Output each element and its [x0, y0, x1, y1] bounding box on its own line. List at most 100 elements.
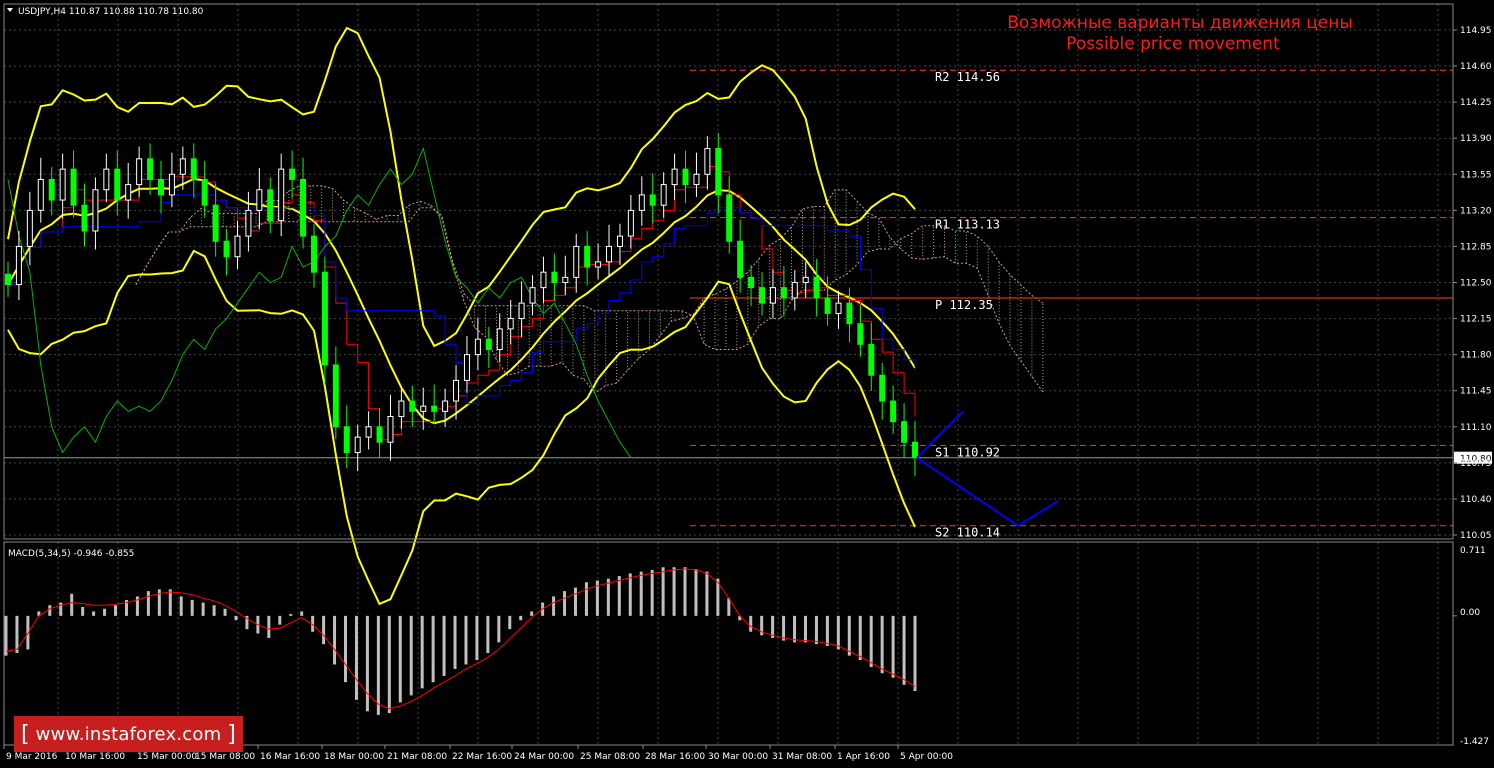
candle-body — [671, 168, 678, 186]
candle-body — [190, 158, 197, 180]
candle-body — [595, 261, 602, 268]
candle-body — [562, 276, 569, 283]
x-tick-label: 21 Mar 08:00 — [387, 752, 447, 762]
y-tick-label: 112.50 — [1460, 279, 1492, 289]
macd-bar — [387, 615, 391, 714]
macd-bar — [333, 615, 337, 665]
candle-body — [114, 168, 121, 201]
candle-body — [376, 426, 383, 443]
y-tick-label: 111.10 — [1460, 423, 1492, 433]
watermark-bracket-right: ] — [227, 722, 237, 747]
candle-body — [310, 235, 317, 273]
macd-axis-bottom: -1.427 — [1460, 737, 1489, 747]
macd-bar — [398, 615, 402, 703]
macd-bar — [453, 615, 457, 669]
macd-bar — [869, 615, 873, 668]
macd-bar — [190, 599, 194, 616]
candle-body — [278, 168, 285, 222]
y-tick-label: 114.95 — [1460, 26, 1492, 36]
instaforex-watermark[interactable]: [ www.instaforex.com ] — [14, 716, 243, 752]
y-tick-label: 111.80 — [1460, 351, 1492, 361]
y-tick-label: 112.15 — [1460, 315, 1492, 325]
macd-bar — [4, 615, 8, 656]
candle-body — [387, 415, 394, 443]
candle-body — [791, 282, 798, 299]
macd-bar — [278, 615, 282, 625]
macd-bar — [847, 615, 851, 656]
y-tick-label: 113.90 — [1460, 134, 1492, 144]
candle-body — [147, 158, 154, 180]
candle-body — [179, 158, 186, 175]
chart-background — [0, 0, 1494, 768]
candle-body — [365, 426, 372, 438]
x-tick-label: 15 Mar 08:00 — [195, 752, 255, 762]
y-tick-label: 113.55 — [1460, 170, 1492, 180]
macd-label: MACD(5,34,5) -0.946 -0.855 — [8, 549, 134, 559]
macd-bar — [103, 608, 107, 616]
candle-body — [682, 168, 689, 186]
candle-body — [256, 189, 263, 211]
pivot-label-p: P 112.35 — [935, 298, 993, 312]
y-tick-label: 110.75 — [1460, 459, 1492, 469]
macd-bar — [179, 596, 183, 616]
candle-body — [420, 405, 427, 412]
macd-bar — [913, 615, 917, 691]
candle-body — [507, 318, 514, 330]
macd-bar — [486, 615, 490, 653]
macd-bar — [508, 615, 512, 630]
candle-body — [857, 323, 864, 345]
x-tick-label: 24 Mar 00:00 — [514, 752, 574, 762]
candle-body — [693, 173, 700, 186]
candle-body — [901, 421, 908, 443]
candle-body — [26, 209, 33, 247]
candle-body — [496, 328, 503, 350]
x-tick-label: 30 Mar 00:00 — [708, 752, 768, 762]
candle-body — [540, 271, 547, 289]
x-tick-label: 15 Mar 00:00 — [137, 752, 197, 762]
macd-bar — [530, 611, 534, 616]
candle-body — [606, 245, 613, 263]
candle-body — [37, 178, 44, 211]
price-chart: R2 114.56R1 113.13P 112.35S1 110.92S2 11… — [0, 0, 1494, 768]
macd-bar — [114, 605, 118, 616]
x-tick-label: 1 Apr 16:00 — [837, 752, 890, 762]
macd-bar — [694, 569, 698, 616]
macd-bar — [223, 608, 227, 616]
macd-bar — [672, 567, 676, 616]
candle-body — [518, 302, 525, 320]
macd-bar — [683, 567, 687, 616]
macd-bar — [814, 615, 818, 645]
x-tick-label: 10 Mar 16:00 — [65, 752, 125, 762]
candle-body — [551, 271, 558, 284]
macd-bar — [552, 596, 556, 616]
y-tick-label: 114.25 — [1460, 98, 1492, 108]
macd-bar — [891, 615, 895, 678]
candle-body — [802, 276, 809, 283]
candle-body — [267, 189, 274, 222]
macd-bar — [749, 615, 753, 632]
x-tick-label: 16 Mar 16:00 — [260, 752, 320, 762]
macd-bar — [376, 615, 380, 715]
y-tick-label: 113.20 — [1460, 206, 1492, 216]
macd-bar — [858, 615, 862, 661]
candle-body — [868, 343, 875, 376]
x-tick-label: 31 Mar 08:00 — [772, 752, 832, 762]
candle-body — [201, 178, 208, 206]
watermark-text: www.instaforex.com — [35, 724, 222, 745]
candle-body — [529, 287, 536, 304]
candle-body — [890, 400, 897, 423]
annotation-line1: Возможные варианты движения цены — [1007, 13, 1353, 33]
macd-bar — [705, 571, 709, 616]
candle-body — [715, 148, 722, 196]
candle-body — [813, 276, 820, 299]
candle-body — [835, 302, 842, 314]
candle-body — [737, 240, 744, 278]
candle-body — [846, 302, 853, 325]
macd-bar — [344, 615, 348, 683]
pivot-label-s2: S2 110.14 — [935, 526, 1000, 540]
macd-bar — [902, 615, 906, 685]
candle-body — [70, 168, 77, 206]
candle-body — [409, 400, 416, 412]
macd-bar — [584, 582, 588, 616]
y-tick-label: 110.05 — [1460, 531, 1492, 541]
